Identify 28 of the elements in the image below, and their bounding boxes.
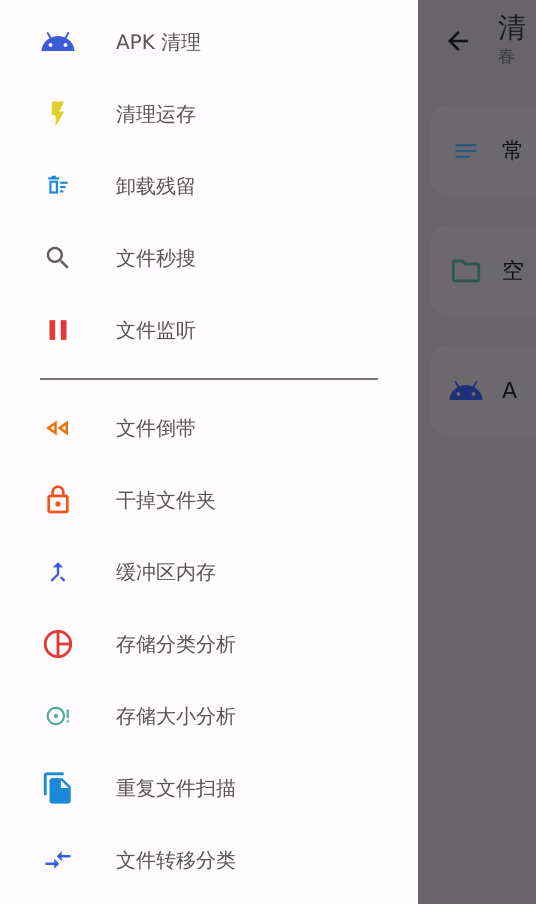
- drawer-item-label: 文件秒搜: [116, 245, 196, 272]
- drawer-item[interactable]: 存储分类分析: [0, 608, 418, 680]
- drawer-item[interactable]: 存储大小分析: [0, 680, 418, 752]
- drawer-item-label: 文件转移分类: [116, 846, 236, 874]
- drawer-item[interactable]: 文件转移分类: [0, 824, 418, 896]
- drawer-item-label: 卸载残留: [116, 173, 196, 200]
- drawer-item-label: 重复文件扫描: [116, 774, 236, 802]
- card-label: A: [502, 378, 518, 406]
- drawer-item-label: 存储分类分析: [116, 630, 236, 658]
- drawer-item[interactable]: 缓冲区内存: [0, 536, 418, 608]
- drawer-item-label: 清理运存: [116, 101, 196, 128]
- drawer-item-label: 存储大小分析: [116, 702, 236, 730]
- drawer-item[interactable]: 文件监听: [0, 294, 418, 366]
- drawer-item[interactable]: APK 清理: [0, 6, 418, 78]
- card-label: 常: [502, 138, 524, 166]
- drawer-item[interactable]: 干掉文件夹: [0, 464, 418, 536]
- drawer-item[interactable]: 清理运存: [0, 78, 418, 150]
- drawer-item[interactable]: 文件倒带: [0, 392, 418, 464]
- card-label: 空: [502, 258, 524, 286]
- drawer-item-label: 文件监听: [116, 317, 196, 344]
- drawer-item[interactable]: 卸载残留: [0, 150, 418, 222]
- drawer-item-label: 文件倒带: [116, 414, 196, 442]
- drawer-item-label: 干掉文件夹: [116, 486, 216, 514]
- drawer-item-label: 缓冲区内存: [116, 558, 216, 586]
- drawer-item-label: APK 清理: [116, 29, 202, 56]
- drawer-item[interactable]: 文件秒搜: [0, 222, 418, 294]
- drawer-item[interactable]: 重复文件扫描: [0, 752, 418, 824]
- screen-title: 清: [498, 10, 526, 46]
